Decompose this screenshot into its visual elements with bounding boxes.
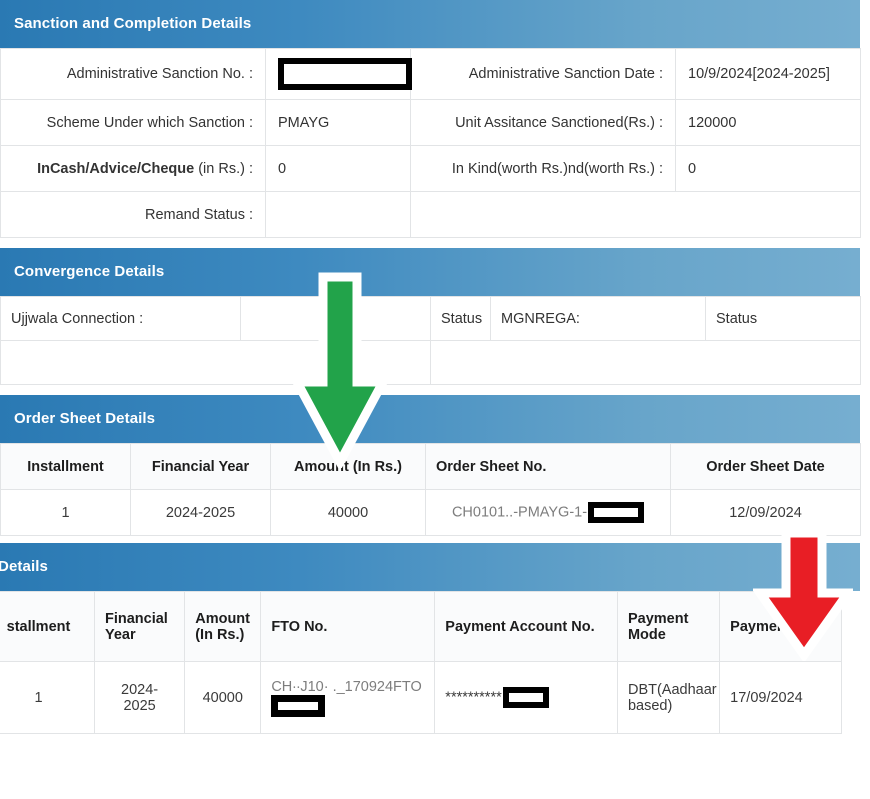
col-header-fto-no: FTO No. [260, 591, 436, 662]
redaction-bar-sanction-no [278, 58, 412, 90]
scheme-value: PMAYG [265, 99, 411, 146]
admin-sanction-date-value: 10/9/2024[2024-2025] [675, 48, 861, 100]
redaction-bar-fto-no [271, 694, 326, 717]
sanction-details-table: Administrative Sanction No. : Administra… [0, 48, 861, 238]
col-header-amount: Amount (In Rs.) [270, 443, 426, 490]
order-sheet-panel-title: Order Sheet Details [14, 410, 156, 427]
redaction-bar-payment-account-no [502, 687, 549, 708]
admin-sanction-no-label: Administrative Sanction No. : [0, 48, 266, 100]
table-row: InCash/Advice/Cheque (in Rs.) : 0 In Kin… [0, 145, 861, 192]
ujjwala-status-label: Status [430, 296, 491, 341]
col-header-fto-financial-year: Financial Year [94, 591, 186, 662]
remand-status-value [265, 191, 411, 238]
order-sheet-no-text: CH0101..-PMAYG-1- [451, 504, 588, 521]
ujjwala-connection-label: Ujjwala Connection : [0, 296, 241, 341]
order-sheet-table: Installment Financial Year Amount (In Rs… [0, 443, 861, 536]
payment-account-no-text: ********** [445, 689, 502, 706]
table-row: Administrative Sanction No. : Administra… [0, 48, 861, 100]
incash-label-plain: (in Rs.) : [198, 160, 253, 177]
panel-spacer [0, 238, 870, 248]
admin-sanction-no-value [265, 48, 412, 100]
fto-panel-header: O Details [0, 543, 860, 591]
inkind-label: In Kind(worth Rs.)nd(worth Rs.) : [410, 145, 676, 192]
panel-spacer [0, 385, 870, 395]
table-row: Scheme Under which Sanction : PMAYG Unit… [0, 99, 861, 146]
table-row: Remand Status : [0, 191, 861, 238]
order-sheet-panel: Order Sheet Details Installment Financia… [0, 395, 861, 536]
mgnrega-status-label: Status [705, 296, 861, 341]
sanction-panel: Sanction and Completion Details Administ… [0, 0, 861, 238]
cell-order-sheet-no: CH0101..-PMAYG-1- [425, 489, 671, 536]
table-header-row: Installment Financial Year Amount (In Rs… [0, 443, 861, 490]
table-row [0, 340, 861, 385]
ujjwala-connection-value [240, 296, 431, 341]
sanction-panel-header: Sanction and Completion Details [0, 0, 860, 48]
col-header-order-sheet-date: Order Sheet Date [670, 443, 861, 490]
cell-financial-year: 2024-2025 [130, 489, 271, 536]
incash-advice-cheque-label: InCash/Advice/Cheque (in Rs.) : [0, 145, 266, 192]
cell-fto-installment: 1 [0, 661, 95, 734]
convergence-table: Ujjwala Connection : Status MGNREGA: Sta… [0, 296, 861, 385]
table-row: Ujjwala Connection : Status MGNREGA: Sta… [0, 296, 861, 341]
page-root: Sanction and Completion Details Administ… [0, 0, 870, 799]
cell-fto-no: CH∙∙J10· ._170924FTO [260, 661, 436, 734]
convergence-row2-cell-1 [0, 340, 431, 385]
table-row: 1 2024-2025 40000 CH∙∙J10· ._170924FTO *… [0, 661, 842, 734]
sanction-panel-title: Sanction and Completion Details [14, 15, 252, 32]
admin-sanction-date-label: Administrative Sanction Date : [410, 48, 676, 100]
scheme-label: Scheme Under which Sanction : [0, 99, 266, 146]
inkind-value: 0 [675, 145, 861, 192]
redaction-bar-order-sheet-no [588, 502, 645, 523]
col-header-fto-installment: stallment [0, 591, 95, 662]
convergence-panel-header: Convergence Details [0, 248, 860, 296]
order-sheet-panel-header: Order Sheet Details [0, 395, 860, 443]
cell-payment-mode: DBT(Aadhaar based) [617, 661, 721, 734]
col-header-payment-account-no: Payment Account No. [434, 591, 618, 662]
unit-assistance-value: 120000 [675, 99, 861, 146]
mgnrega-label: MGNREGA: [490, 296, 706, 341]
fto-panel-title: O Details [0, 558, 48, 575]
fto-panel: O Details stallment Financial Year Amoun… [0, 543, 860, 734]
incash-value: 0 [265, 145, 411, 192]
fto-table: stallment Financial Year Amount (In Rs.)… [0, 591, 842, 734]
cell-order-sheet-date: 12/09/2024 [670, 489, 861, 536]
convergence-panel: Convergence Details Ujjwala Connection :… [0, 248, 861, 385]
cell-fto-financial-year: 2024-2025 [94, 661, 186, 734]
cell-installment: 1 [0, 489, 131, 536]
col-header-payment-mode: Payment Mode [617, 591, 721, 662]
col-header-order-sheet-no: Order Sheet No. [425, 443, 671, 490]
incash-label-bold: InCash/Advice/Cheque [37, 160, 195, 177]
col-header-fto-amount: Amount (In Rs.) [184, 591, 262, 662]
table-header-row: stallment Financial Year Amount (In Rs.)… [0, 591, 842, 662]
unit-assistance-label: Unit Assitance Sanctioned(Rs.) : [410, 99, 676, 146]
col-header-installment: Installment [0, 443, 131, 490]
cell-payment-account-no: ********** [434, 661, 618, 734]
fto-no-text: CH∙∙J10· ._170924FTO [271, 678, 422, 695]
remand-status-empty-cell [410, 191, 861, 238]
cell-fto-amount: 40000 [184, 661, 262, 734]
table-row: 1 2024-2025 40000 CH0101..-PMAYG-1- 12/0… [0, 489, 861, 536]
cell-amount: 40000 [270, 489, 426, 536]
convergence-row2-cell-2 [430, 340, 861, 385]
remand-status-label: Remand Status : [0, 191, 266, 238]
panel-spacer [0, 536, 870, 543]
col-header-payment-date: Payment Date [719, 591, 842, 662]
convergence-panel-title: Convergence Details [14, 263, 165, 280]
cell-payment-date: 17/09/2024 [719, 661, 842, 734]
col-header-financial-year: Financial Year [130, 443, 271, 490]
